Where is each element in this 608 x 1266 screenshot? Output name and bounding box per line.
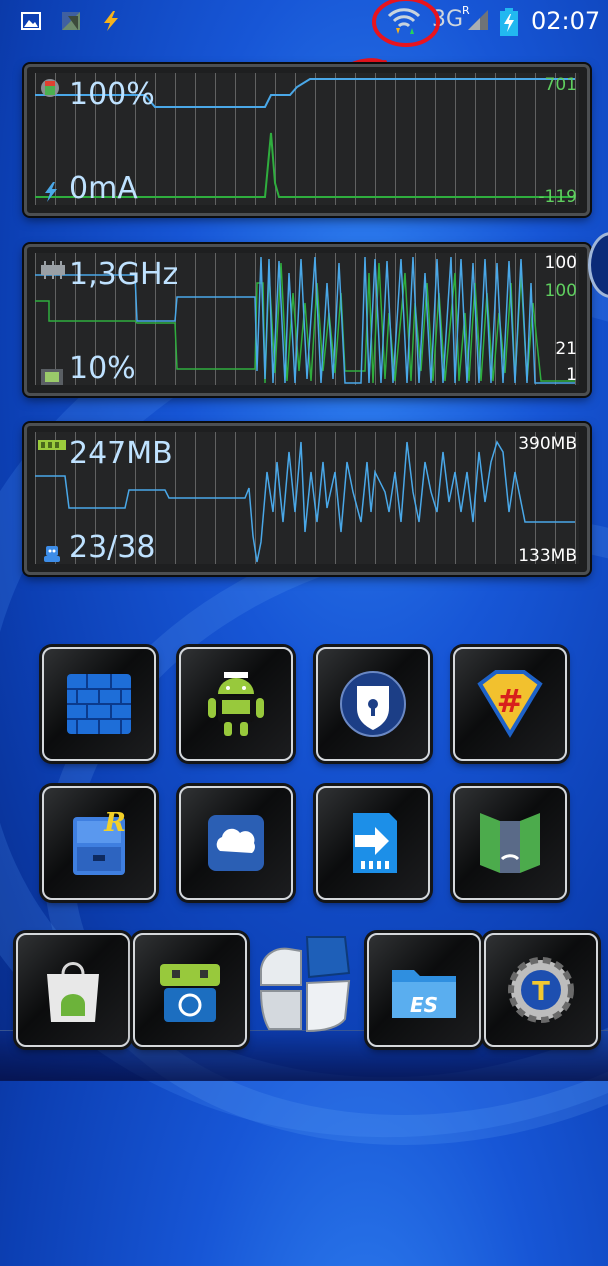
launcher-home[interactable] [245,925,363,1043]
cpu-scale-top: 100 [544,253,577,273]
cpu-chip-icon [41,261,65,279]
play-store-app[interactable] [16,933,130,1047]
gallery-icon [20,10,42,32]
clock: 02:07 [531,7,601,35]
app-notification-icon [60,10,82,32]
titanium-gear-icon: T [508,957,574,1023]
wifi-icon [386,4,422,36]
cpu-scale-top2: 100 [544,281,577,301]
network-app[interactable] [453,786,567,900]
memory-range-max: 390MB [518,434,577,454]
battery-level: 100% [69,77,155,112]
android-robot-icon [208,672,264,736]
cloud-app[interactable] [179,786,293,900]
memory-ram-icon [38,440,66,450]
battery-range-min: -119 [538,187,577,207]
brick-wall-icon [67,674,131,734]
sd-card-arrow-icon [353,813,397,873]
root-explorer-app[interactable]: R [42,786,156,900]
processor-icon [41,369,63,385]
svg-text:T: T [532,977,550,1007]
titanium-backup-app[interactable]: T [484,933,598,1047]
es-file-explorer-app[interactable]: ES [367,933,481,1047]
process-count: 23/38 [69,530,156,565]
superuser-app[interactable]: # [453,647,567,761]
battery-range-max: 701 [544,75,577,95]
shield-lock-icon [340,671,406,737]
android-tuner-app[interactable] [179,647,293,761]
app-to-sd-app[interactable] [316,786,430,900]
svg-text:R: R [103,808,126,838]
cube-icon [259,936,351,1033]
battery-charging-icon [500,8,518,36]
firewall-app[interactable] [42,647,156,761]
network-type-label: 3G [432,7,464,32]
f-droid-robot-icon [160,964,220,1022]
memory-range-min: 133MB [518,546,577,566]
shopping-bag-android-icon [47,962,99,1022]
cpu-frequency: 1,3GHz [69,257,179,292]
svg-text:#: # [497,682,524,720]
current-bolt-icon [45,182,57,202]
memory-monitor-widget[interactable]: 247MB 23/38 390MB 133MB [24,423,590,575]
cpu-scale-bottom: 1 [566,365,577,385]
battery-current: 0mA [69,171,138,206]
svg-text:ES: ES [410,993,438,1017]
process-robot-icon [44,546,60,562]
battery-monitor-widget[interactable]: 100% 0mA 701 -119 [24,64,590,216]
flash-icon [100,10,122,32]
f-droid-app[interactable] [133,933,247,1047]
superman-hash-icon: # [477,670,543,738]
green-frame-icon [480,813,540,873]
free-memory: 247MB [69,436,173,471]
cpu-monitor-widget[interactable]: 1,3GHz 10% 100 100 21 1 [24,244,590,396]
privacy-guard-app[interactable] [316,647,430,761]
es3-folder-icon: ES [392,970,456,1018]
cpu-scale-low: 21 [555,339,577,359]
battery-app-icon [41,79,59,97]
signal-icon [468,10,488,30]
cloud-icon [208,815,264,871]
status-bar: 3G R 02:07 [0,0,608,44]
cpu-load: 10% [69,351,136,386]
file-cabinet-icon: R [73,808,126,875]
